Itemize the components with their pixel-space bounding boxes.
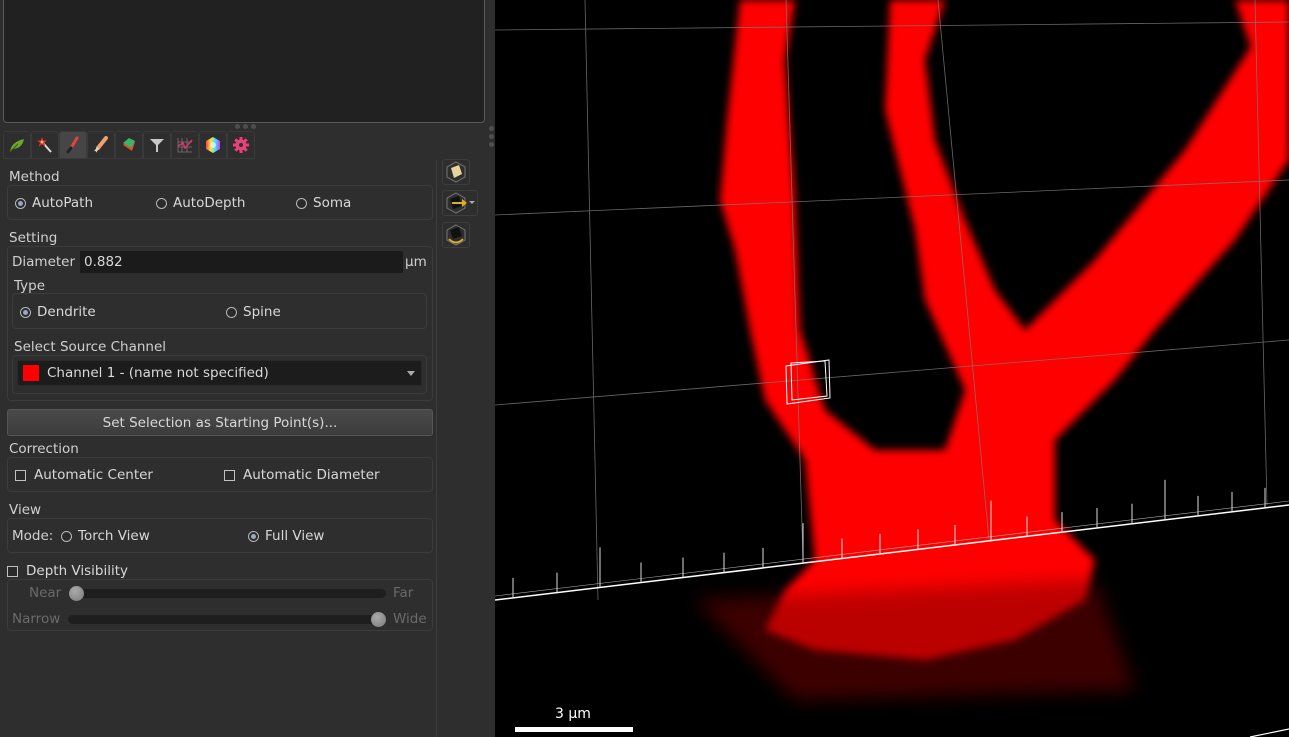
scale-bar [515, 727, 633, 732]
mode-label: Mode: [12, 528, 54, 544]
automatic-diameter-checkbox[interactable]: Automatic Diameter [224, 467, 380, 483]
left-panel: Method AutoPath AutoDepth Soma Setting D… [0, 0, 495, 737]
dendrite-signal [720, 0, 1289, 660]
radio-indicator [248, 530, 259, 542]
brush-icon [66, 136, 79, 154]
color-wheel-icon [206, 137, 220, 153]
method-radio-autopath[interactable]: AutoPath [15, 195, 93, 211]
checkbox-indicator [7, 565, 18, 577]
radio-indicator [20, 306, 31, 318]
checkbox-indicator [224, 469, 235, 481]
tab-pencil[interactable] [87, 131, 115, 159]
view-radio-full[interactable]: Full View [248, 528, 324, 544]
source-channel-select[interactable]: Channel 1 - (name not specified) [17, 360, 422, 386]
near-label: Near [29, 585, 62, 601]
panel-divider [436, 160, 437, 737]
view-cube-button[interactable] [442, 159, 470, 185]
tab-chart[interactable] [171, 131, 199, 159]
rotate-cube-icon [446, 224, 466, 246]
tab-leaf[interactable] [3, 131, 31, 159]
chevron-down-icon [407, 371, 415, 376]
correction-label: Correction [9, 441, 79, 457]
magic-wand-icon [37, 137, 52, 153]
vertical-splitter-handle[interactable] [489, 126, 494, 147]
tab-brush[interactable] [59, 131, 87, 159]
checkbox-indicator [15, 469, 26, 481]
method-radio-soma[interactable]: Soma [296, 195, 351, 211]
ruler-axis-far [1249, 728, 1289, 737]
rotate-view-button[interactable] [442, 222, 470, 248]
3d-viewport[interactable]: 3 µm [495, 0, 1289, 737]
leaf-icon [9, 139, 24, 153]
depth-visibility-checkbox[interactable]: Depth Visibility [7, 563, 128, 579]
view-cube-icon [446, 161, 466, 183]
navigate-mode-button[interactable] [442, 190, 478, 216]
grid-line [584, 0, 599, 601]
horizontal-splitter-handle[interactable] [235, 124, 256, 129]
radio-indicator [296, 197, 307, 209]
navigate-cube-icon [446, 192, 475, 214]
radio-indicator [15, 197, 26, 209]
near-far-slider[interactable] [69, 589, 386, 598]
tool-tabs [3, 131, 255, 159]
type-radio-dendrite[interactable]: Dendrite [20, 304, 96, 320]
type-label: Type [14, 278, 46, 294]
volume-render [495, 0, 1289, 737]
tag-icon [123, 138, 135, 151]
method-label: Method [9, 169, 60, 185]
chart-grid-icon [177, 138, 193, 153]
diameter-input[interactable] [80, 251, 403, 273]
source-channel-value: Channel 1 - (name not specified) [47, 365, 269, 381]
setting-label: Setting [9, 230, 58, 246]
tab-tag[interactable] [115, 131, 143, 159]
narrow-wide-slider-handle[interactable] [371, 612, 386, 627]
tab-color[interactable] [199, 131, 227, 159]
wide-label: Wide [393, 611, 427, 627]
tab-settings[interactable] [227, 131, 255, 159]
diameter-label: Diameter [12, 254, 76, 270]
filter-icon [150, 139, 164, 152]
grid-line [495, 339, 1289, 406]
top-pane [3, 0, 485, 123]
pencil-icon [94, 136, 108, 153]
gear-icon [233, 137, 249, 153]
type-radio-spine[interactable]: Spine [226, 304, 281, 320]
signal-haze [695, 580, 1135, 700]
far-label: Far [393, 585, 414, 601]
automatic-center-checkbox[interactable]: Automatic Center [15, 467, 153, 483]
radio-indicator [156, 197, 167, 209]
near-far-slider-handle[interactable] [69, 586, 84, 601]
narrow-label: Narrow [12, 611, 61, 627]
narrow-wide-slider[interactable] [68, 615, 386, 624]
channel-color-swatch [23, 365, 39, 381]
view-radio-torch[interactable]: Torch View [61, 528, 150, 544]
tab-magic-wand[interactable] [31, 131, 59, 159]
diameter-unit: µm [405, 254, 427, 270]
view-label: View [9, 502, 42, 518]
set-starting-point-button[interactable]: Set Selection as Starting Point(s)... [7, 409, 433, 436]
source-channel-label: Select Source Channel [14, 339, 167, 355]
radio-indicator [61, 530, 72, 542]
tab-filter[interactable] [143, 131, 171, 159]
radio-indicator [226, 306, 237, 318]
scale-bar-label: 3 µm [555, 706, 591, 722]
method-radio-autodepth[interactable]: AutoDepth [156, 195, 245, 211]
